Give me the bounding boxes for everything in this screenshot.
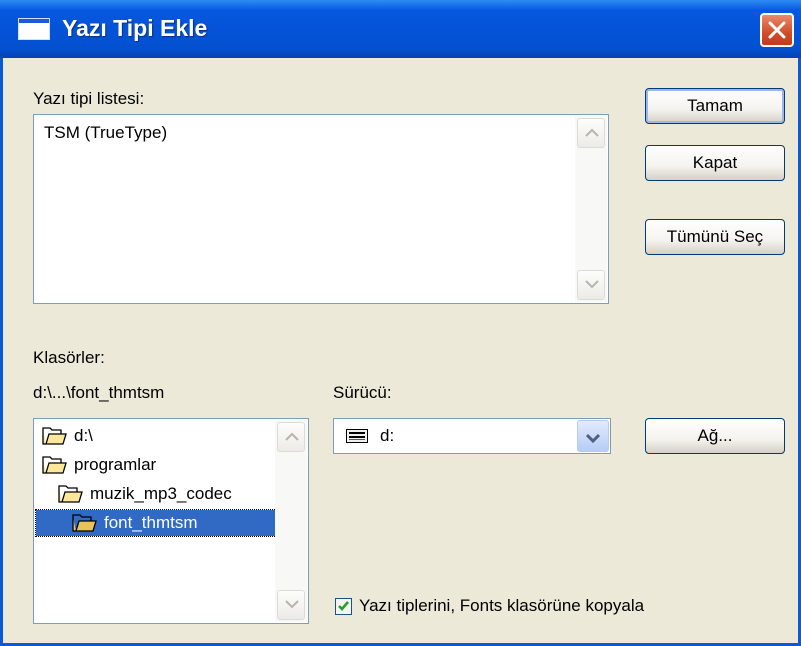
close-window-button[interactable] xyxy=(760,13,794,47)
chevron-down-icon xyxy=(585,280,599,289)
chevron-up-icon xyxy=(285,432,299,441)
folder-tree-item[interactable]: muzik_mp3_codec xyxy=(34,481,274,507)
window-icon xyxy=(18,18,50,40)
window-title: Yazı Tipi Ekle xyxy=(62,15,208,41)
folder-tree-item[interactable]: programlar xyxy=(34,452,274,478)
current-folder-path: d:\...\font_thmtsm xyxy=(33,383,165,402)
font-listbox[interactable]: TSM (TrueType) xyxy=(33,114,609,304)
network-button[interactable]: Ağ... xyxy=(645,418,785,454)
drive-icon xyxy=(346,429,368,443)
font-list-items: TSM (TrueType) xyxy=(44,123,167,145)
folders-label: Klasörler: xyxy=(33,348,105,367)
open-folder-icon xyxy=(42,456,67,474)
folder-tree[interactable]: d:\ programlar muzik_mp3_codec font_thmtsm xyxy=(33,418,309,624)
folder-name: font_thmtsm xyxy=(104,513,198,532)
open-folder-icon xyxy=(72,514,97,532)
open-folder-icon xyxy=(58,485,83,503)
folder-name: programlar xyxy=(74,455,157,474)
drive-value: d: xyxy=(380,426,395,445)
close-button[interactable]: Kapat xyxy=(645,145,785,181)
select-all-button[interactable]: Tümünü Seç xyxy=(645,219,785,255)
ok-button[interactable]: Tamam xyxy=(645,88,785,124)
scroll-down-button[interactable] xyxy=(577,270,605,300)
chevron-up-icon xyxy=(585,128,599,137)
title-bar[interactable]: Yazı Tipi Ekle xyxy=(0,0,801,58)
folder-tree-items: d:\ programlar muzik_mp3_codec font_thmtsm xyxy=(34,423,276,619)
folder-name: muzik_mp3_codec xyxy=(90,484,232,503)
folder-tree-item[interactable]: font_thmtsm xyxy=(35,509,276,537)
drive-label: Sürücü: xyxy=(333,383,392,402)
close-icon xyxy=(768,21,786,39)
copy-fonts-checkbox[interactable] xyxy=(335,598,352,615)
folder-tree-item[interactable]: d:\ xyxy=(34,423,274,449)
font-list-scrollbar[interactable] xyxy=(575,116,607,302)
folder-tree-scrollbar[interactable] xyxy=(275,420,307,622)
chevron-down-icon xyxy=(285,600,299,609)
scroll-up-button[interactable] xyxy=(577,118,605,148)
folder-scroll-up-button[interactable] xyxy=(277,422,305,452)
folder-name: d:\ xyxy=(74,426,93,445)
folder-scroll-down-button[interactable] xyxy=(277,590,305,620)
chevron-down-icon xyxy=(586,433,600,443)
font-list-label: Yazı tipi listesi: xyxy=(33,89,145,108)
open-folder-icon xyxy=(42,427,67,445)
dialog-window: Yazı Tipi Ekle Yazı tipi listesi: TSM (T… xyxy=(0,0,801,646)
checkmark-icon xyxy=(338,601,349,611)
drive-select[interactable]: d: xyxy=(333,418,611,454)
copy-fonts-label[interactable]: Yazı tiplerini, Fonts klasörüne kopyala xyxy=(359,596,644,616)
font-list-item[interactable]: TSM (TrueType) xyxy=(44,123,167,145)
drive-dropdown-button[interactable] xyxy=(577,420,609,452)
